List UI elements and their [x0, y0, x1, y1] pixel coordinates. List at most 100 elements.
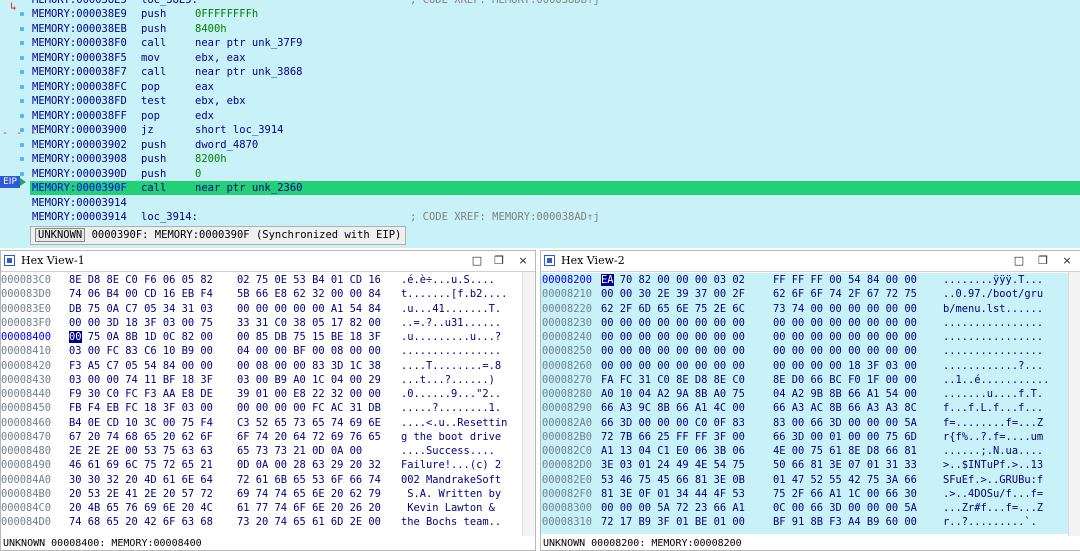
- hex-row[interactable]: 00008280 A0 10 04 A2 9A 8B A0 75 04 A2 9B …: [541, 387, 1080, 401]
- maximize-icon[interactable]: □: [1011, 251, 1027, 271]
- hex-row[interactable]: 00008230 00 00 00 00 00 00 00 00 00 00 00 …: [541, 316, 1080, 330]
- line-operand: 0FFFFFFFFh: [195, 8, 259, 20]
- disasm-line[interactable]: MEMORY:000038FD test ebx, ebx: [30, 94, 1080, 108]
- hex-row[interactable]: 00008220 62 2F 6D 65 6E 75 2E 6C 73 74 00 …: [541, 302, 1080, 316]
- breakpoint-dot-icon[interactable]: [20, 12, 24, 16]
- float-icon[interactable]: ❐: [1035, 251, 1051, 271]
- hex-row[interactable]: 00008420 F3 A5 C7 05 54 84 00 00 00 08 00 …: [1, 359, 535, 373]
- vertical-scrollbar[interactable]: [522, 272, 535, 536]
- hex-view-1[interactable]: Hex View-1 □ ❐ × 000083C0 8E D8 8E C0 F6 …: [0, 250, 536, 551]
- breakpoint-dot-icon[interactable]: [20, 70, 24, 74]
- breakpoint-dot-icon[interactable]: [20, 113, 24, 118]
- hex-row[interactable]: 00008290 66 A3 9C 8B 66 A1 4C 00 66 A3 AC …: [541, 401, 1080, 415]
- hex-row-ascii: f=........f=...Z: [943, 416, 1044, 429]
- breakpoint-dot-icon[interactable]: [20, 128, 24, 132]
- hex-row[interactable]: 000082D0 3E 03 01 24 49 4E 54 75 50 66 81 …: [541, 458, 1080, 472]
- hex-row-bytes-1: 81 3E 0F 01 34 44 4F 53: [601, 487, 745, 500]
- hex-cursor-byte[interactable]: EA: [601, 274, 614, 286]
- breakpoint-dot-icon[interactable]: [20, 84, 24, 89]
- hex-row-address: 000082C0: [542, 445, 593, 457]
- hex-row[interactable]: 000083F0 00 00 3D 18 3F 03 00 75 33 31 C0 …: [1, 316, 535, 330]
- disasm-line[interactable]: MEMORY:00003902 push dword_4870: [30, 138, 1080, 152]
- hex-row-ascii: ................: [943, 331, 1044, 343]
- hex-row[interactable]: 00008250 00 00 00 00 00 00 00 00 00 00 00 …: [541, 344, 1080, 358]
- disassembly-view[interactable]: ↳ - - - EIP MEMORY:000038E5 loc_38E5:; CO…: [0, 0, 1080, 248]
- hex-row[interactable]: 00008240 00 00 00 00 00 00 00 00 00 00 00 …: [541, 330, 1080, 344]
- hex-row[interactable]: 000082F0 81 3E 0F 01 34 44 4F 53 75 2F 66 …: [541, 487, 1080, 501]
- hex-row[interactable]: 00008450 FB F4 EB FC 18 3F 03 00 00 00 00 …: [1, 401, 535, 415]
- eip-arrow-icon: [20, 178, 26, 186]
- hex-row[interactable]: 000084D0 74 68 65 20 42 6F 63 68 73 20 74 …: [1, 515, 535, 529]
- breakpoint-dot-icon[interactable]: [20, 171, 24, 176]
- hex-row-bytes-1: 2E 2E 2E 00 53 75 63 63: [69, 445, 213, 457]
- disasm-line-eip[interactable]: MEMORY:0000390F call near ptr unk_2360: [30, 181, 1080, 195]
- disasm-line[interactable]: MEMORY:000038EB push 8400h: [30, 22, 1080, 36]
- hex-row[interactable]: 000084C0 20 4B 65 76 69 6E 20 4C 61 77 74 …: [1, 501, 535, 515]
- hex-row-ascii: ....Success....: [401, 445, 495, 457]
- hex-row-bytes-2: 72 61 6B 65 53 6F 66 74: [237, 473, 381, 486]
- hex-row[interactable]: 00008480 2E 2E 2E 00 53 75 63 63 65 73 73 …: [1, 444, 535, 458]
- hex-row-bytes-1: 00 00 3D 18 3F 03 00 75: [69, 316, 213, 329]
- line-operand: 0: [195, 167, 202, 180]
- line-mnemonic: push: [141, 167, 167, 180]
- hex-row[interactable]: 00008300 00 00 00 5A 72 23 66 A1 0C 00 66 …: [541, 501, 1080, 515]
- disasm-line[interactable]: MEMORY:00003914 loc_3914: ; CODE XREF: MEM…: [30, 210, 1080, 224]
- hex-row[interactable]: 00008310 72 17 B9 3F 01 BE 01 00 BF 91 8B …: [541, 515, 1080, 529]
- hex-cursor-byte[interactable]: 00: [69, 331, 82, 343]
- hex-row-bytes-2: 73 74 00 00 00 00 00 00: [773, 302, 917, 315]
- line-operand: short loc_3914: [195, 124, 284, 136]
- vertical-scrollbar[interactable]: [1068, 272, 1080, 536]
- breakpoint-dot-icon[interactable]: [20, 55, 24, 60]
- disasm-line[interactable]: MEMORY:000038F5 mov ebx, eax: [30, 51, 1080, 65]
- close-icon[interactable]: ×: [515, 251, 531, 271]
- disasm-line[interactable]: MEMORY:000038F7 call near ptr unk_3868: [30, 65, 1080, 79]
- hex-row[interactable]: 00008470 67 20 74 68 65 20 62 6F 6F 74 20 …: [1, 430, 535, 444]
- disasm-line[interactable]: MEMORY:00003908 push 8200h: [30, 152, 1080, 166]
- hex-row[interactable]: 00008400 00 75 0A 8B 1D 0C 82 00 00 85 DB …: [1, 330, 535, 344]
- hex-row[interactable]: 000083E0 DB 75 0A C7 05 34 31 03 00 00 00 …: [1, 302, 535, 316]
- disasm-line[interactable]: MEMORY:000038F0 call near ptr unk_37F9: [30, 36, 1080, 50]
- hex-row-address: 00008260: [542, 359, 593, 372]
- hex-view-2[interactable]: Hex View-2 □ ❐ × 00008200 EA 70 82 00 00 …: [540, 250, 1080, 551]
- breakpoint-dot-icon[interactable]: [20, 142, 24, 147]
- hex-row[interactable]: 00008490 46 61 69 6C 75 72 65 21 0D 0A 00 …: [1, 458, 535, 472]
- hex-row[interactable]: 00008200 EA 70 82 00 00 00 03 02 FF FF FF …: [541, 273, 1080, 287]
- maximize-icon[interactable]: □: [469, 251, 485, 271]
- disasm-line[interactable]: MEMORY:000038E9 push 0FFFFFFFFh: [30, 7, 1080, 21]
- breakpoint-dot-icon[interactable]: [20, 157, 24, 161]
- disasm-line[interactable]: MEMORY:00003900 jz short loc_3914: [30, 123, 1080, 137]
- hex-row[interactable]: 00008210 00 00 30 2E 39 37 00 2F 62 6F 6F …: [541, 287, 1080, 301]
- disasm-line[interactable]: MEMORY:00003914: [30, 196, 1080, 210]
- hex-row-bytes-1: A0 10 04 A2 9A 8B A0 75: [601, 388, 745, 400]
- hex-row[interactable]: 000084A0 30 30 32 20 4D 61 6E 64 72 61 6B …: [1, 473, 535, 487]
- hex-row[interactable]: 000083C0 8E D8 8E C0 F6 06 05 82 02 75 0E …: [1, 273, 535, 287]
- hex-row[interactable]: 00008440 F9 30 C0 FC F3 AA E8 DE 39 01 00 …: [1, 387, 535, 401]
- close-icon[interactable]: ×: [1059, 251, 1075, 271]
- breakpoint-dot-icon[interactable]: [20, 99, 24, 103]
- hex-row[interactable]: 00008430 03 00 00 74 11 BF 18 3F 03 00 B9 …: [1, 373, 535, 387]
- hex-row[interactable]: 00008270 FA FC 31 C0 8E D8 8E C0 8E D0 66 …: [541, 373, 1080, 387]
- disasm-line[interactable]: MEMORY:000038FC pop eax: [30, 80, 1080, 94]
- hex-row[interactable]: 000082C0 A1 13 04 C1 E0 06 3B 06 4E 00 75 …: [541, 444, 1080, 458]
- line-mnemonic: push: [141, 153, 167, 165]
- hex-row-bytes-1: 74 68 65 20 42 6F 63 68: [69, 516, 213, 529]
- disasm-line[interactable]: MEMORY:000038FF pop edx: [30, 109, 1080, 123]
- hex-row-address: 00008470: [1, 430, 52, 443]
- hex-row[interactable]: 000083D0 74 06 B4 00 CD 16 EB F4 5B 66 E8 …: [1, 287, 535, 301]
- hex-row-bytes-2: 02 75 0E 53 B4 01 CD 16: [237, 274, 381, 286]
- hex-row[interactable]: 000082B0 72 7B 66 25 FF FF 3F 00 66 3D 00 …: [541, 430, 1080, 444]
- hex-row-bytes-1: 00 00 30 2E 39 37 00 2F: [601, 288, 745, 301]
- disasm-line[interactable]: MEMORY:000038E5 loc_38E5: ; CODE XREF: MEM…: [30, 0, 1080, 7]
- hex-row-bytes-1: 72 17 B9 3F 01 BE 01 00: [601, 516, 745, 529]
- hex-row[interactable]: 000082A0 66 3D 00 00 00 C0 0F 83 83 00 66 …: [541, 416, 1080, 430]
- hex-row[interactable]: 000084B0 20 53 2E 41 2E 20 57 72 69 74 74 …: [1, 487, 535, 501]
- hex-row-ascii: Kevin Lawton &: [401, 502, 502, 514]
- hex-row[interactable]: 00008460 B4 0E CD 10 3C 00 75 F4 C3 52 65 …: [1, 416, 535, 430]
- breakpoint-dot-icon[interactable]: [20, 41, 24, 45]
- disasm-line[interactable]: MEMORY:0000390D push 0: [30, 167, 1080, 181]
- float-icon[interactable]: ❐: [491, 251, 507, 271]
- hex-row[interactable]: 00008260 00 00 00 00 00 00 00 00 00 00 00 …: [541, 359, 1080, 373]
- hex-row[interactable]: 00008410 03 00 FC 83 C6 10 B9 00 04 00 00 …: [1, 344, 535, 358]
- breakpoint-dot-icon[interactable]: [20, 26, 24, 31]
- hex-row[interactable]: 000082E0 53 46 75 45 66 81 3E 0B 01 47 52 …: [541, 473, 1080, 487]
